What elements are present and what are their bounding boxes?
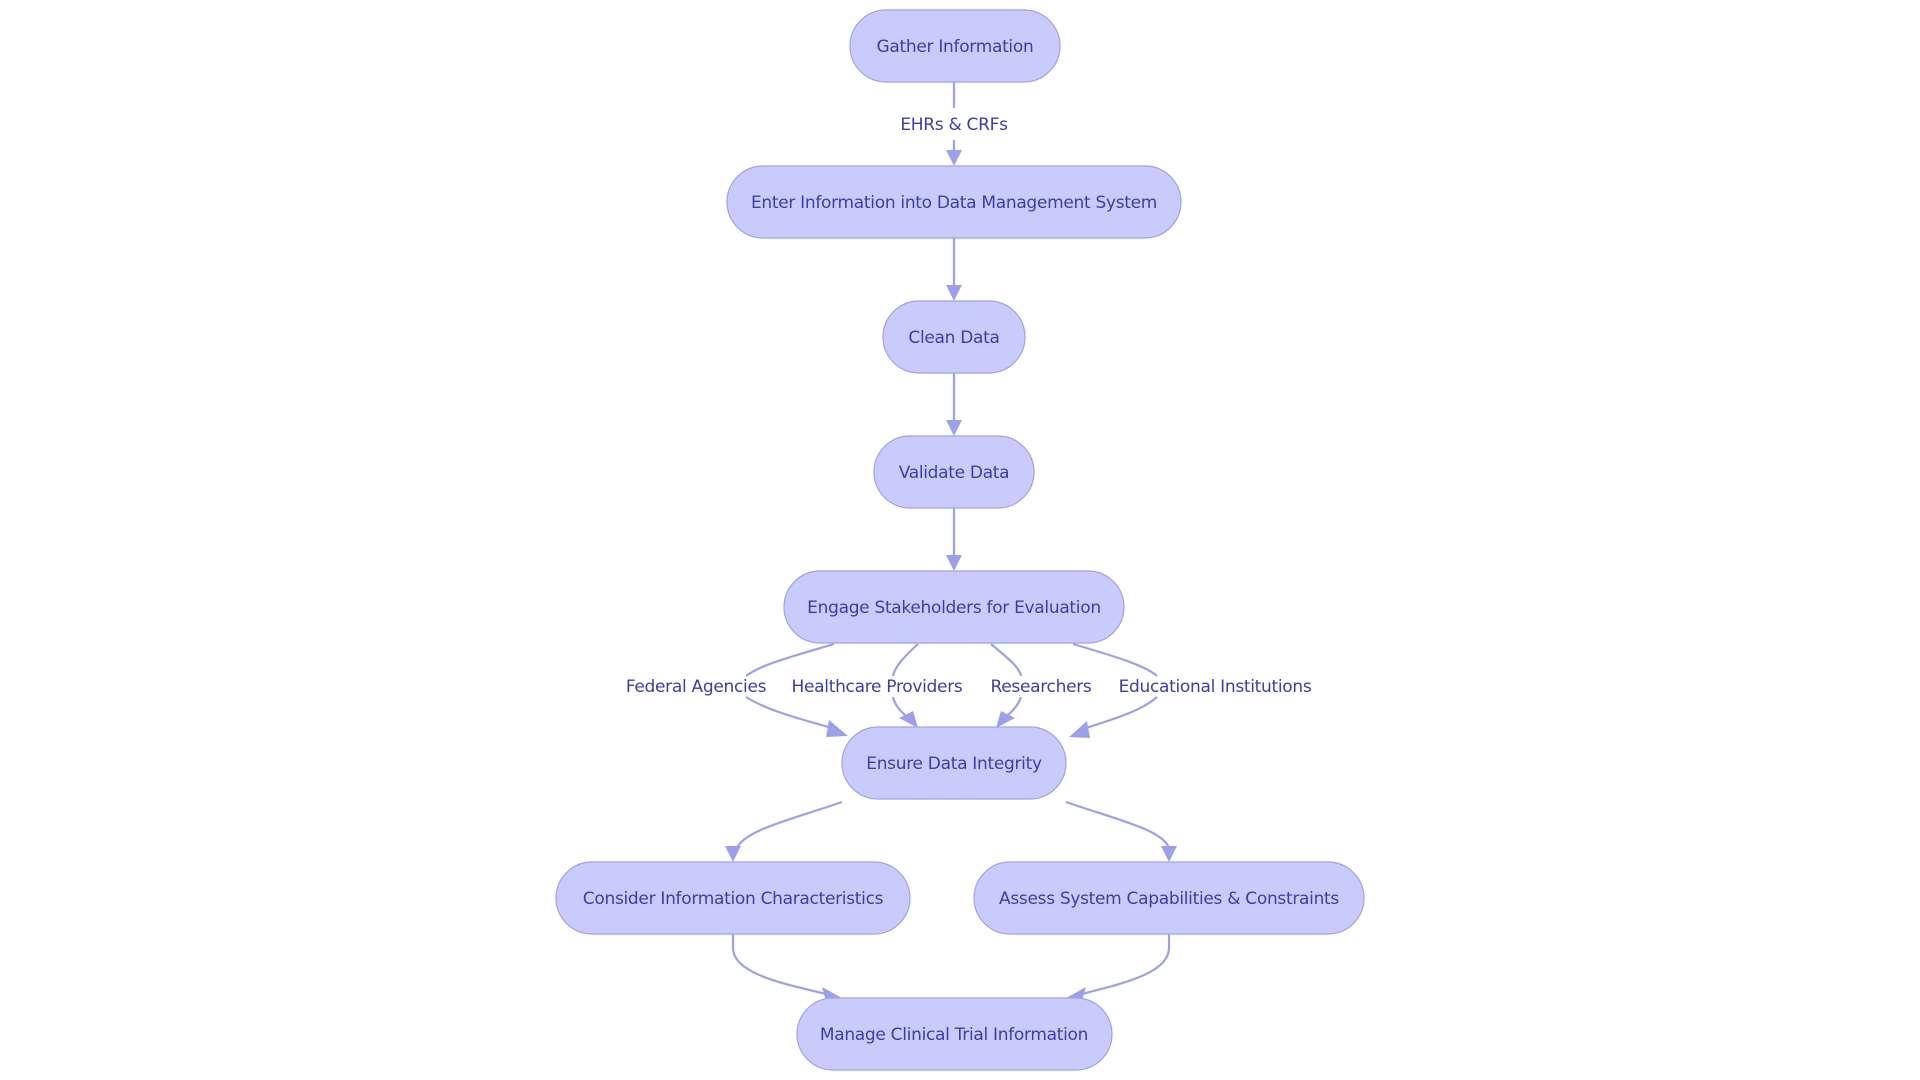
node-assess-system-capabilities[interactable]: Assess System Capabilities & Constraints bbox=[973, 861, 1365, 935]
edge-ensure-to-assess bbox=[1065, 800, 1177, 862]
node-label: Clean Data bbox=[908, 328, 999, 348]
edge-line bbox=[990, 643, 1023, 677]
arrowhead-icon bbox=[725, 846, 741, 862]
node-gather-information[interactable]: Gather Information bbox=[849, 9, 1061, 83]
arrowhead-icon bbox=[996, 711, 1015, 728]
edge-line bbox=[1077, 934, 1171, 997]
edge-ensure-to-consider bbox=[725, 800, 843, 862]
node-validate-data[interactable]: Validate Data bbox=[873, 435, 1035, 509]
node-label: Assess System Capabilities & Constraints bbox=[999, 889, 1339, 909]
node-consider-information-characteristics[interactable]: Consider Information Characteristics bbox=[555, 861, 911, 935]
edge-label-federal-agencies: Federal Agencies bbox=[626, 677, 767, 697]
edge-line bbox=[891, 643, 919, 677]
node-enter-information[interactable]: Enter Information into Data Management S… bbox=[726, 165, 1182, 239]
arrowhead-icon bbox=[826, 720, 848, 737]
edge-line bbox=[745, 642, 835, 677]
edge-label-healthcare-providers: Healthcare Providers bbox=[792, 677, 963, 697]
edge-validate-to-engage bbox=[946, 508, 962, 571]
node-manage-clinical-trial-information[interactable]: Manage Clinical Trial Information bbox=[796, 997, 1113, 1071]
edge-label-text: EHRs & CRFs bbox=[900, 115, 1008, 135]
edge-line bbox=[1065, 800, 1171, 849]
edge-label-ehrs-crfs: EHRs & CRFs bbox=[900, 115, 1008, 135]
edge-line bbox=[745, 696, 836, 731]
arrowhead-icon bbox=[1161, 846, 1177, 862]
node-clean-data[interactable]: Clean Data bbox=[882, 300, 1026, 374]
edge-line bbox=[731, 934, 831, 997]
edge-line bbox=[1079, 696, 1158, 732]
node-ensure-data-integrity[interactable]: Ensure Data Integrity bbox=[841, 726, 1067, 800]
edge-line bbox=[735, 800, 843, 849]
arrowhead-icon bbox=[946, 285, 962, 301]
edge-enter-to-clean bbox=[946, 238, 962, 301]
node-label: Validate Data bbox=[899, 463, 1010, 483]
edge-clean-to-validate bbox=[946, 373, 962, 436]
node-engage-stakeholders[interactable]: Engage Stakeholders for Evaluation bbox=[783, 570, 1125, 644]
node-label: Consider Information Characteristics bbox=[583, 889, 884, 909]
arrowhead-icon bbox=[1069, 721, 1090, 738]
node-label: Engage Stakeholders for Evaluation bbox=[807, 598, 1101, 618]
edge-consider-to-manage bbox=[731, 934, 842, 1001]
arrowhead-icon bbox=[946, 150, 962, 166]
node-label: Ensure Data Integrity bbox=[866, 754, 1042, 774]
node-label: Gather Information bbox=[877, 37, 1034, 57]
node-label: Manage Clinical Trial Information bbox=[820, 1025, 1088, 1045]
arrowhead-icon bbox=[946, 420, 962, 436]
node-label: Enter Information into Data Management S… bbox=[751, 193, 1157, 213]
edge-label-researchers: Researchers bbox=[991, 677, 1092, 697]
edge-line bbox=[1072, 642, 1158, 677]
edge-label-educational-institutions: Educational Institutions bbox=[1119, 677, 1312, 697]
flowchart-diagram: EHRs & CRFs Federal Agencies Healthcare … bbox=[555, 9, 1365, 1071]
edge-assess-to-manage bbox=[1066, 934, 1171, 1001]
arrowhead-icon bbox=[946, 555, 962, 571]
